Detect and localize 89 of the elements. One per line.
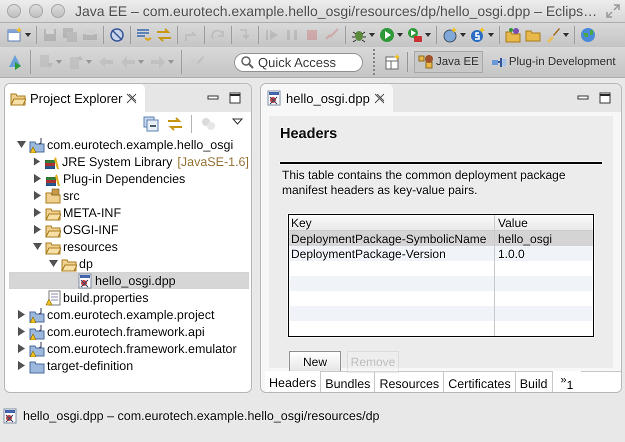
letter-circle-icon[interactable]	[470, 27, 486, 43]
view-tab[interactable]: Project Explorer	[5, 84, 146, 112]
toolbar-button[interactable]	[469, 27, 495, 43]
tree-item[interactable]: com.eurotech.framework.api	[47, 324, 205, 338]
window-control[interactable]	[7, 4, 21, 18]
play-toolbox-icon[interactable]	[407, 27, 423, 43]
tree-item[interactable]: src	[63, 188, 80, 202]
tree-item[interactable]: com.eurotech.example.hello_osgi	[47, 138, 234, 152]
source-folder-icon	[45, 188, 61, 204]
column-header[interactable]: Value	[495, 216, 593, 230]
tree-item[interactable]: META-INF	[63, 206, 122, 220]
tree-item[interactable]: resources	[63, 240, 118, 254]
expand-arrow-icon[interactable]	[49, 259, 58, 268]
tree-item[interactable]: OSGI-INF	[63, 222, 119, 236]
section-heading: Headers	[280, 126, 338, 142]
view-menu-icon[interactable]	[232, 118, 243, 124]
expand-arrow-icon[interactable]	[33, 157, 41, 166]
close-icon[interactable]	[374, 92, 385, 104]
caret-icon[interactable]	[25, 33, 31, 37]
perspective-button[interactable]: Java EE	[414, 51, 483, 73]
maximize-icon[interactable]	[229, 92, 241, 104]
quick-access-field[interactable]: Quick Access	[234, 52, 363, 72]
caret-icon[interactable]	[425, 33, 431, 37]
section-description: This table contains the common deployment package manifest headers as key-value pairs.	[282, 168, 566, 198]
action-button[interactable]: New	[289, 351, 341, 373]
expand-arrow-icon[interactable]	[33, 225, 42, 234]
tree-item[interactable]: dp	[79, 256, 93, 270]
package-file-icon	[2, 408, 18, 424]
link-arrows-icon[interactable]	[167, 116, 183, 132]
caret-icon[interactable]	[369, 33, 375, 37]
package-file-icon	[266, 90, 282, 106]
expand-arrow-icon[interactable]	[17, 140, 26, 149]
properties-file-icon	[45, 290, 61, 306]
open-perspective-icon[interactable]	[385, 54, 401, 70]
table-row[interactable]: DeploymentPackage-SymbolicName hello_osgi	[289, 231, 593, 246]
tree-item[interactable]: Plug-in Dependencies	[63, 172, 186, 186]
editor-tab[interactable]: hello_osgi.dpp	[261, 84, 393, 112]
expand-arrow-icon[interactable]	[17, 327, 26, 336]
toolbar-button[interactable]	[406, 27, 432, 43]
expand-arrow-icon[interactable]	[17, 310, 26, 319]
column-header[interactable]: Key	[289, 215, 495, 230]
tree-item[interactable]: target-definition	[47, 358, 134, 372]
table-row[interactable]: DeploymentPackage-Version 1.0.0	[289, 246, 593, 261]
page-tab[interactable]: Certificates	[443, 371, 515, 392]
page-tab[interactable]: Build	[514, 371, 552, 392]
collapse-all-icon[interactable]	[143, 116, 159, 132]
tree-item-decoration: [JavaSE-1.6]	[177, 154, 249, 168]
project-folder-icon	[29, 306, 45, 322]
tree-item[interactable]: JRE System Library	[62, 154, 172, 168]
close-icon[interactable]	[126, 92, 138, 104]
table-cell-text: hello_osgi	[497, 232, 554, 246]
perspective-button[interactable]: Plug-in Development	[486, 51, 620, 73]
maximize-icon[interactable]	[599, 92, 611, 104]
window-control[interactable]	[29, 4, 43, 18]
table-cell: DeploymentPackage-Version	[289, 246, 495, 261]
circles-icon[interactable]	[200, 116, 216, 132]
status-text: hello_osgi.dpp – com.eurotech.example.hello_osgi/resources/dp	[23, 409, 380, 423]
expand-arrow-icon[interactable]	[17, 344, 26, 353]
editor-tab-title: hello_osgi.dpp	[286, 90, 370, 106]
expand-arrow-icon[interactable]	[33, 174, 42, 183]
expand-arrow-icon[interactable]	[33, 191, 42, 200]
table-cell-text: 1.0.0	[497, 246, 526, 260]
project-folder-icon	[29, 136, 45, 152]
window-control[interactable]	[51, 4, 65, 18]
expand-arrow-icon[interactable]	[33, 208, 42, 217]
perspective-icon	[418, 54, 434, 70]
caret-icon[interactable]	[460, 33, 466, 37]
caret-icon[interactable]	[563, 33, 569, 37]
package-file-icon	[77, 272, 93, 288]
fullscreen-icon[interactable]	[606, 4, 620, 18]
toolbar-button[interactable]	[6, 27, 32, 43]
page-tab[interactable]: Bundles	[320, 371, 374, 392]
toolbar-button[interactable]	[378, 27, 404, 43]
toolbar-button[interactable]	[441, 27, 467, 43]
new-window-icon[interactable]	[7, 27, 23, 43]
tree-item[interactable]: com.eurotech.framework.emulator	[47, 342, 237, 356]
expand-arrow-icon[interactable]	[17, 361, 26, 370]
tree-item[interactable]: com.eurotech.example.project	[47, 308, 214, 322]
expand-arrow-icon[interactable]	[33, 242, 42, 251]
search-icon	[241, 56, 254, 68]
tree-item[interactable]: build.properties	[63, 290, 148, 304]
play-icon[interactable]	[379, 27, 395, 43]
window-title: Java EE – com.eurotech.example.hello_osgi/resources/dp/hello_osgi.dpp – Eclips…	[75, 3, 598, 19]
project-folder-icon	[29, 340, 45, 356]
caret-icon[interactable]	[397, 33, 403, 37]
view-title: Project Explorer	[30, 90, 122, 106]
page-tab[interactable]: Resources	[374, 371, 444, 392]
caret-icon[interactable]	[488, 33, 494, 37]
project-folder-icon	[29, 324, 45, 340]
